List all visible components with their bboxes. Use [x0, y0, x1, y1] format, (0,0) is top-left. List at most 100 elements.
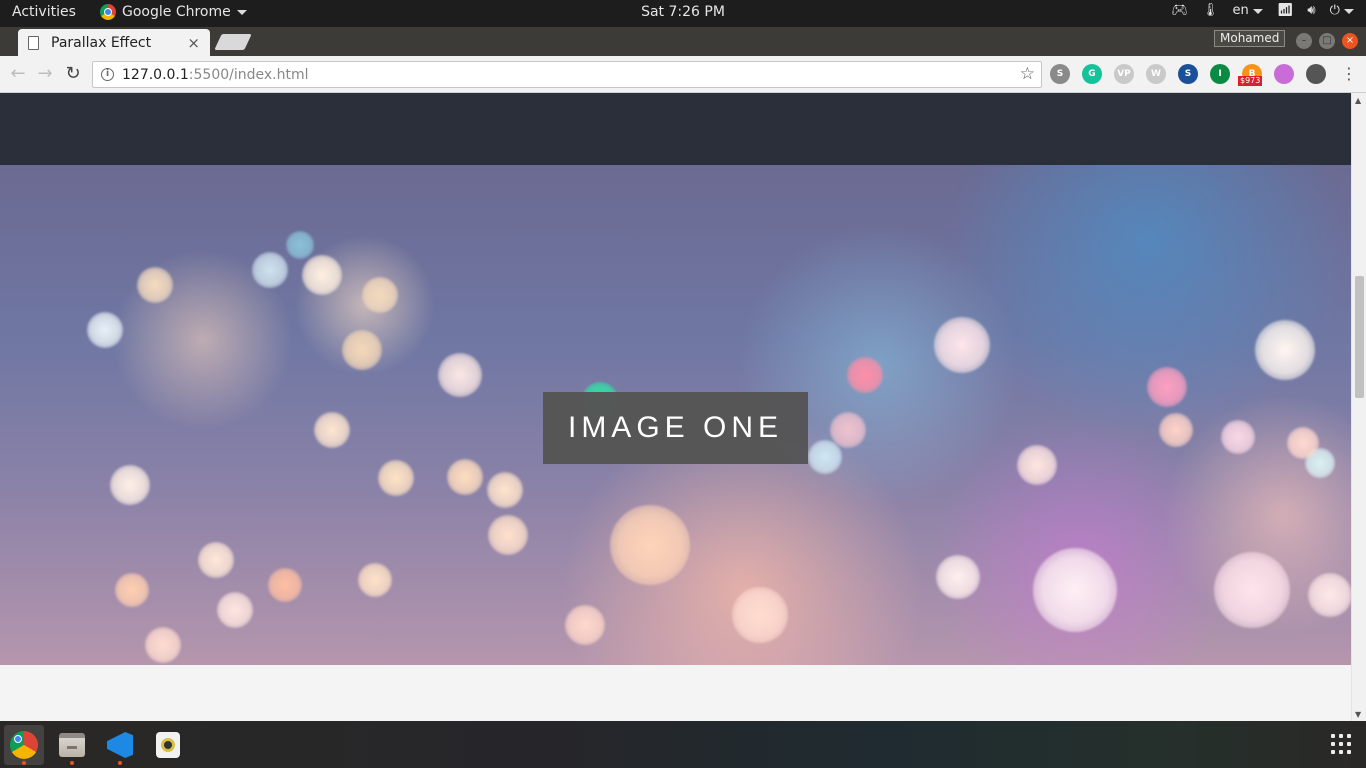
- chevron-down-icon: [1252, 9, 1263, 14]
- bokeh-light: [610, 505, 690, 585]
- bokeh-light: [1287, 427, 1319, 459]
- show-applications-icon[interactable]: [1331, 734, 1351, 754]
- url-host: 127.0.0.1: [122, 66, 189, 83]
- bokeh-light: [1308, 573, 1351, 617]
- bokeh-light: [314, 412, 350, 448]
- bokeh-light: [137, 267, 173, 303]
- bokeh-light: [565, 605, 605, 645]
- bokeh-light: [487, 472, 523, 508]
- bokeh-light: [268, 568, 302, 602]
- wordpress-icon[interactable]: W: [1146, 64, 1166, 84]
- tab-strip: Parallax Effect × Mohamed – □ ×: [0, 27, 1366, 56]
- bokeh-light: [378, 460, 414, 496]
- language-indicator[interactable]: en: [1232, 3, 1263, 18]
- new-tab-button[interactable]: [214, 34, 252, 50]
- gamepad-icon[interactable]: 🎮︎: [1171, 3, 1188, 18]
- scrollbar-thumb[interactable]: [1355, 276, 1364, 398]
- profile-button[interactable]: Mohamed: [1214, 30, 1286, 47]
- address-bar[interactable]: i 127.0.0.1:5500/index.html ☆: [92, 61, 1042, 88]
- app-menu[interactable]: Google Chrome: [100, 4, 247, 20]
- page-scrollbar[interactable]: ▲ ▼: [1351, 93, 1366, 721]
- steem-icon[interactable]: S: [1178, 64, 1198, 84]
- eyedropper-icon[interactable]: [1306, 64, 1326, 84]
- close-tab-icon[interactable]: ×: [187, 34, 200, 52]
- page-viewport: IMAGE ONE: [0, 93, 1351, 721]
- dock-vscode[interactable]: [100, 725, 140, 765]
- app-menu-label: Google Chrome: [122, 4, 231, 20]
- vp-icon[interactable]: VP: [1114, 64, 1134, 84]
- bokeh-light: [1033, 548, 1117, 632]
- bokeh-light: [302, 255, 342, 295]
- tab-title: Parallax Effect: [51, 34, 152, 51]
- bokeh-light: [488, 515, 528, 555]
- dock-chrome[interactable]: [4, 725, 44, 765]
- bokeh-light: [115, 573, 149, 607]
- info-icon[interactable]: i: [101, 68, 114, 81]
- running-indicator: [70, 761, 74, 765]
- language-label: en: [1232, 3, 1249, 18]
- grammarly-icon[interactable]: G: [1082, 64, 1102, 84]
- bokeh-light: [808, 440, 842, 474]
- dock-screenshot-app[interactable]: [148, 725, 188, 765]
- extensions-area: S G VP W S I B $973: [1050, 64, 1326, 86]
- back-button[interactable]: ←: [8, 64, 28, 84]
- bokeh-light: [342, 330, 382, 370]
- bitcoin-icon[interactable]: B $973: [1238, 64, 1263, 86]
- activities-button[interactable]: Activities: [12, 4, 76, 20]
- wifi-icon[interactable]: 📶︎: [1277, 3, 1294, 18]
- bokeh-light: [732, 587, 788, 643]
- bokeh-light: [1221, 420, 1255, 454]
- bokeh-light: [286, 231, 314, 259]
- camera-icon: [156, 732, 180, 758]
- bokeh-light: [362, 277, 398, 313]
- chevron-down-icon: [236, 9, 247, 15]
- bokeh-light: [936, 555, 980, 599]
- bokeh-light: [87, 312, 123, 348]
- bokeh-light: [1017, 445, 1057, 485]
- bokeh-light: [252, 252, 288, 288]
- s-extension-icon[interactable]: S: [1050, 64, 1070, 84]
- italy-extension-icon[interactable]: I: [1210, 64, 1230, 84]
- tab-parallax-effect[interactable]: Parallax Effect ×: [18, 29, 210, 56]
- bokeh-light: [145, 627, 181, 663]
- image-label: IMAGE ONE: [543, 392, 808, 464]
- bokeh-light: [1214, 552, 1290, 628]
- browser-toolbar: ← → ↻ i 127.0.0.1:5500/index.html ☆ S G VP…: [0, 56, 1366, 93]
- bokeh-light: [1159, 413, 1193, 447]
- bokeh-light: [217, 592, 253, 628]
- scroll-down-icon[interactable]: ▼: [1355, 710, 1361, 719]
- page-icon: [28, 35, 39, 50]
- close-window-button[interactable]: ×: [1342, 33, 1358, 49]
- minimize-button[interactable]: –: [1296, 33, 1312, 49]
- running-indicator: [22, 761, 26, 765]
- volume-icon[interactable]: 🔊︎: [1307, 3, 1315, 18]
- files-icon: [59, 733, 85, 757]
- power-icon[interactable]: ⏻: [1330, 3, 1354, 18]
- dock: [0, 721, 1366, 768]
- forward-button[interactable]: →: [35, 64, 55, 84]
- maximize-button[interactable]: □: [1319, 33, 1335, 49]
- url-path: :5500/index.html: [188, 66, 309, 83]
- scroll-up-icon[interactable]: ▲: [1355, 96, 1361, 105]
- bookmark-star-icon[interactable]: ☆: [1020, 64, 1035, 84]
- bokeh-light: [830, 412, 866, 448]
- bokeh-light: [1147, 367, 1187, 407]
- vscode-icon: [107, 732, 133, 758]
- running-indicator: [118, 761, 122, 765]
- thermometer-icon[interactable]: 🌡︎: [1202, 3, 1219, 18]
- bokeh-light: [447, 459, 483, 495]
- paint-icon[interactable]: [1274, 64, 1294, 84]
- chrome-icon: [10, 731, 38, 759]
- reload-button[interactable]: ↻: [63, 64, 83, 84]
- parallax-image-section: IMAGE ONE: [0, 165, 1351, 665]
- bokeh-light: [358, 563, 392, 597]
- clock[interactable]: Sat 7:26 PM: [641, 4, 725, 20]
- system-tray: 🎮︎ 🌡︎ en 📶︎ 🔊︎ ⏻: [1171, 3, 1354, 18]
- chrome-icon: [100, 4, 116, 20]
- bokeh-light: [110, 465, 150, 505]
- extension-badge: $973: [1238, 76, 1263, 86]
- chrome-menu-button[interactable]: ⋮: [1341, 64, 1357, 84]
- dock-files[interactable]: [52, 725, 92, 765]
- gnome-top-bar: Activities Google Chrome Sat 7:26 PM 🎮︎ …: [0, 0, 1366, 27]
- bokeh-light: [847, 357, 883, 393]
